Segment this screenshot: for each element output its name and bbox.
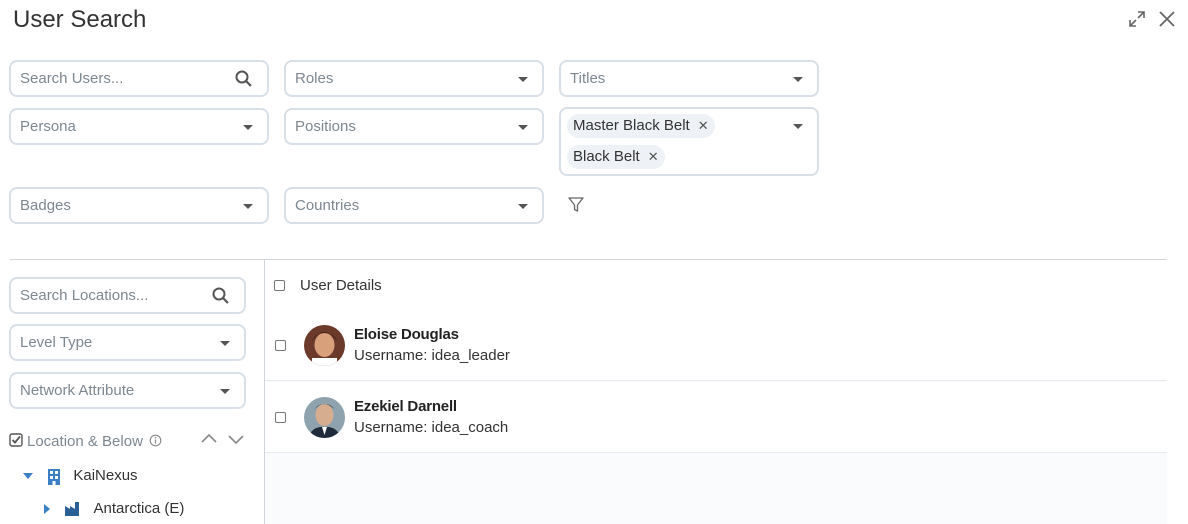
tag-label: Master Black Belt bbox=[573, 117, 690, 134]
tree-item-label: KaiNexus bbox=[73, 467, 138, 484]
remove-tag-icon[interactable]: ✕ bbox=[698, 114, 709, 138]
avatar bbox=[304, 325, 345, 366]
user-username: Username: idea_coach bbox=[354, 419, 509, 436]
user-name[interactable]: Eloise Douglas bbox=[354, 326, 459, 343]
search-users-placeholder: Search Users... bbox=[20, 70, 124, 87]
chevron-up-icon[interactable] bbox=[200, 432, 218, 451]
chevron-down-icon bbox=[518, 204, 528, 209]
search-icon[interactable] bbox=[235, 70, 253, 92]
select-all-checkbox[interactable] bbox=[274, 280, 285, 291]
search-users-input[interactable]: Search Users... bbox=[9, 60, 269, 97]
checkbox-checked-icon[interactable] bbox=[9, 433, 23, 451]
page-title: User Search bbox=[13, 6, 147, 33]
tree-item-kainexus[interactable]: KaiNexus bbox=[23, 467, 138, 485]
titles-multiselect[interactable]: Master Black Belt ✕ Black Belt ✕ bbox=[559, 107, 819, 176]
divider bbox=[10, 259, 1167, 260]
network-attribute-placeholder: Network Attribute bbox=[20, 382, 135, 399]
selected-tag: Black Belt ✕ bbox=[567, 145, 665, 169]
tag-label: Black Belt bbox=[573, 148, 640, 165]
location-and-below-toggle[interactable]: Location & Below bbox=[9, 433, 162, 451]
table-row[interactable]: Eloise Douglas Username: idea_leader bbox=[265, 310, 1167, 381]
badges-select[interactable]: Badges bbox=[9, 187, 269, 224]
titles-select[interactable]: Titles bbox=[559, 60, 819, 97]
factory-icon bbox=[65, 502, 80, 517]
location-and-below-label: Location & Below bbox=[27, 433, 143, 450]
search-locations-input[interactable]: Search Locations... bbox=[9, 277, 246, 314]
expand-caret-icon[interactable] bbox=[23, 473, 33, 480]
search-icon[interactable] bbox=[212, 287, 230, 309]
roles-placeholder: Roles bbox=[295, 70, 334, 87]
tree-item-label: Antarctica (E) bbox=[93, 500, 185, 517]
countries-select[interactable]: Countries bbox=[284, 187, 544, 224]
chevron-down-icon bbox=[793, 124, 803, 129]
persona-placeholder: Persona bbox=[20, 118, 76, 135]
info-icon[interactable] bbox=[149, 434, 162, 451]
column-header-user-details: User Details bbox=[300, 277, 382, 294]
expand-icon[interactable] bbox=[1128, 10, 1146, 33]
roles-select[interactable]: Roles bbox=[284, 60, 544, 97]
chevron-down-icon bbox=[243, 125, 253, 130]
chevron-down-icon[interactable] bbox=[227, 432, 245, 451]
search-locations-placeholder: Search Locations... bbox=[20, 287, 149, 304]
titles-placeholder: Titles bbox=[570, 70, 606, 87]
chevron-down-icon bbox=[220, 389, 230, 394]
user-username: Username: idea_leader bbox=[354, 347, 510, 364]
grid-header: User Details bbox=[265, 261, 1167, 310]
building-icon bbox=[48, 468, 61, 485]
remove-tag-icon[interactable]: ✕ bbox=[648, 145, 659, 169]
close-icon[interactable] bbox=[1158, 10, 1176, 33]
table-row[interactable]: Ezekiel Darnell Username: idea_coach bbox=[265, 382, 1167, 453]
positions-placeholder: Positions bbox=[295, 118, 356, 135]
chevron-down-icon bbox=[243, 204, 253, 209]
countries-placeholder: Countries bbox=[295, 197, 360, 214]
persona-select[interactable]: Persona bbox=[9, 108, 269, 145]
filter-icon[interactable] bbox=[567, 196, 585, 219]
chevron-down-icon bbox=[518, 125, 528, 130]
avatar bbox=[304, 397, 345, 438]
level-type-select[interactable]: Level Type bbox=[9, 324, 246, 361]
selected-tag: Master Black Belt ✕ bbox=[567, 114, 715, 138]
row-checkbox[interactable] bbox=[275, 412, 286, 423]
row-checkbox[interactable] bbox=[275, 340, 286, 351]
collapse-caret-icon[interactable] bbox=[44, 504, 50, 515]
chevron-down-icon bbox=[793, 77, 803, 82]
positions-select[interactable]: Positions bbox=[284, 108, 544, 145]
user-name[interactable]: Ezekiel Darnell bbox=[354, 398, 457, 415]
network-attribute-select[interactable]: Network Attribute bbox=[9, 372, 246, 409]
chevron-down-icon bbox=[220, 341, 230, 346]
level-type-placeholder: Level Type bbox=[20, 334, 93, 351]
badges-placeholder: Badges bbox=[20, 197, 71, 214]
chevron-down-icon bbox=[518, 77, 528, 82]
tree-item-antarctica[interactable]: Antarctica (E) bbox=[44, 500, 184, 517]
